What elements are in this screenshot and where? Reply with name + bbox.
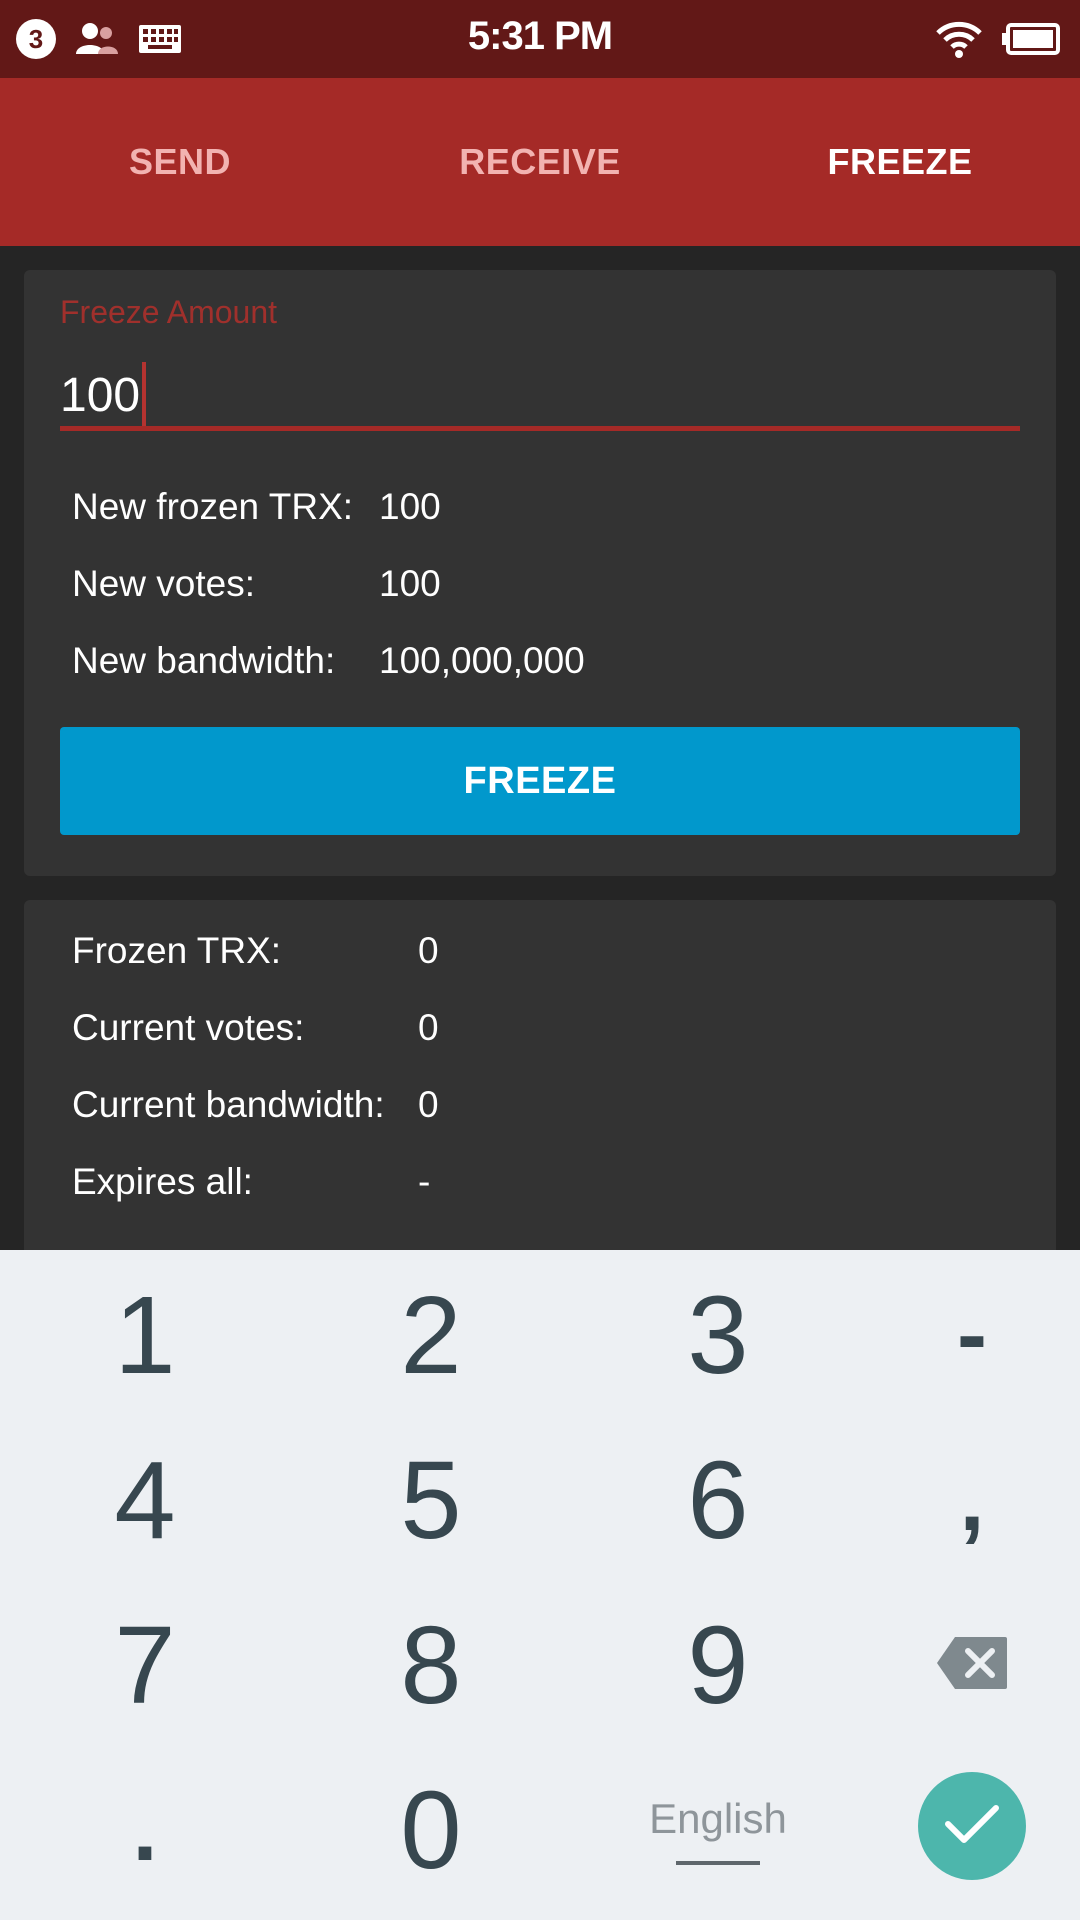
current-votes-value: 0 xyxy=(418,1007,439,1048)
new-votes-label: New votes: xyxy=(72,563,256,604)
key-5[interactable]: 5 xyxy=(311,1435,551,1565)
battery-icon xyxy=(1002,23,1060,55)
key-8[interactable]: 8 xyxy=(311,1600,551,1730)
frozen-trx-label: Frozen TRX: xyxy=(72,930,282,971)
expires-label: Expires all: xyxy=(72,1161,253,1202)
freeze-form-card: Freeze Amount 100 New frozen TRX: 100 Ne… xyxy=(24,270,1056,876)
new-bandwidth-label: New bandwidth: xyxy=(72,640,336,681)
language-switch-key[interactable]: English xyxy=(598,1765,838,1895)
backspace-icon xyxy=(935,1635,1009,1696)
current-votes-label: Current votes: xyxy=(72,1007,305,1048)
done-key[interactable] xyxy=(918,1772,1026,1880)
key-decimal[interactable]: . xyxy=(25,1765,265,1895)
tab-send[interactable]: SEND xyxy=(0,78,360,246)
current-bandwidth-value: 0 xyxy=(418,1084,439,1125)
key-6[interactable]: 6 xyxy=(598,1435,838,1565)
freeze-button[interactable]: FREEZE xyxy=(60,727,1020,835)
key-1[interactable]: 1 xyxy=(25,1270,265,1400)
numeric-keyboard: 1 2 3 - 4 5 6 , 7 8 9 . 0 English xyxy=(0,1250,1080,1920)
text-caret xyxy=(142,362,147,428)
key-comma[interactable]: , xyxy=(872,1435,1072,1565)
new-frozen-label: New frozen TRX: xyxy=(72,486,354,527)
freeze-amount-input[interactable]: 100 xyxy=(60,362,147,428)
checkmark-icon xyxy=(944,1802,1000,1851)
wifi-icon xyxy=(936,19,982,59)
tab-bar: SEND RECEIVE FREEZE xyxy=(0,78,1080,246)
key-3[interactable]: 3 xyxy=(598,1270,838,1400)
status-right xyxy=(916,16,1060,62)
backspace-key[interactable] xyxy=(872,1600,1072,1730)
new-votes-value: 100 xyxy=(379,563,441,604)
new-frozen-value: 100 xyxy=(379,486,441,527)
tab-freeze[interactable]: FREEZE xyxy=(720,78,1080,246)
key-7[interactable]: 7 xyxy=(25,1600,265,1730)
expires-value: - xyxy=(418,1161,431,1202)
key-0[interactable]: 0 xyxy=(311,1765,551,1895)
input-underline xyxy=(60,426,1020,431)
key-2[interactable]: 2 xyxy=(311,1270,551,1400)
language-underline xyxy=(676,1861,760,1865)
language-label: English xyxy=(649,1795,787,1842)
current-bandwidth-label: Current bandwidth: xyxy=(72,1084,385,1125)
key-4[interactable]: 4 xyxy=(25,1435,265,1565)
freeze-amount-value: 100 xyxy=(60,368,141,422)
tab-receive[interactable]: RECEIVE xyxy=(360,78,720,246)
current-status-card: Frozen TRX: 0 Current votes: 0 Current b… xyxy=(24,900,1056,1260)
key-minus[interactable]: - xyxy=(872,1270,1072,1400)
status-bar: 3 5:31 PM xyxy=(0,0,1080,78)
frozen-trx-value: 0 xyxy=(418,930,439,971)
new-bandwidth-value: 100,000,000 xyxy=(379,640,585,681)
freeze-amount-label: Freeze Amount xyxy=(60,294,277,330)
key-9[interactable]: 9 xyxy=(598,1600,838,1730)
